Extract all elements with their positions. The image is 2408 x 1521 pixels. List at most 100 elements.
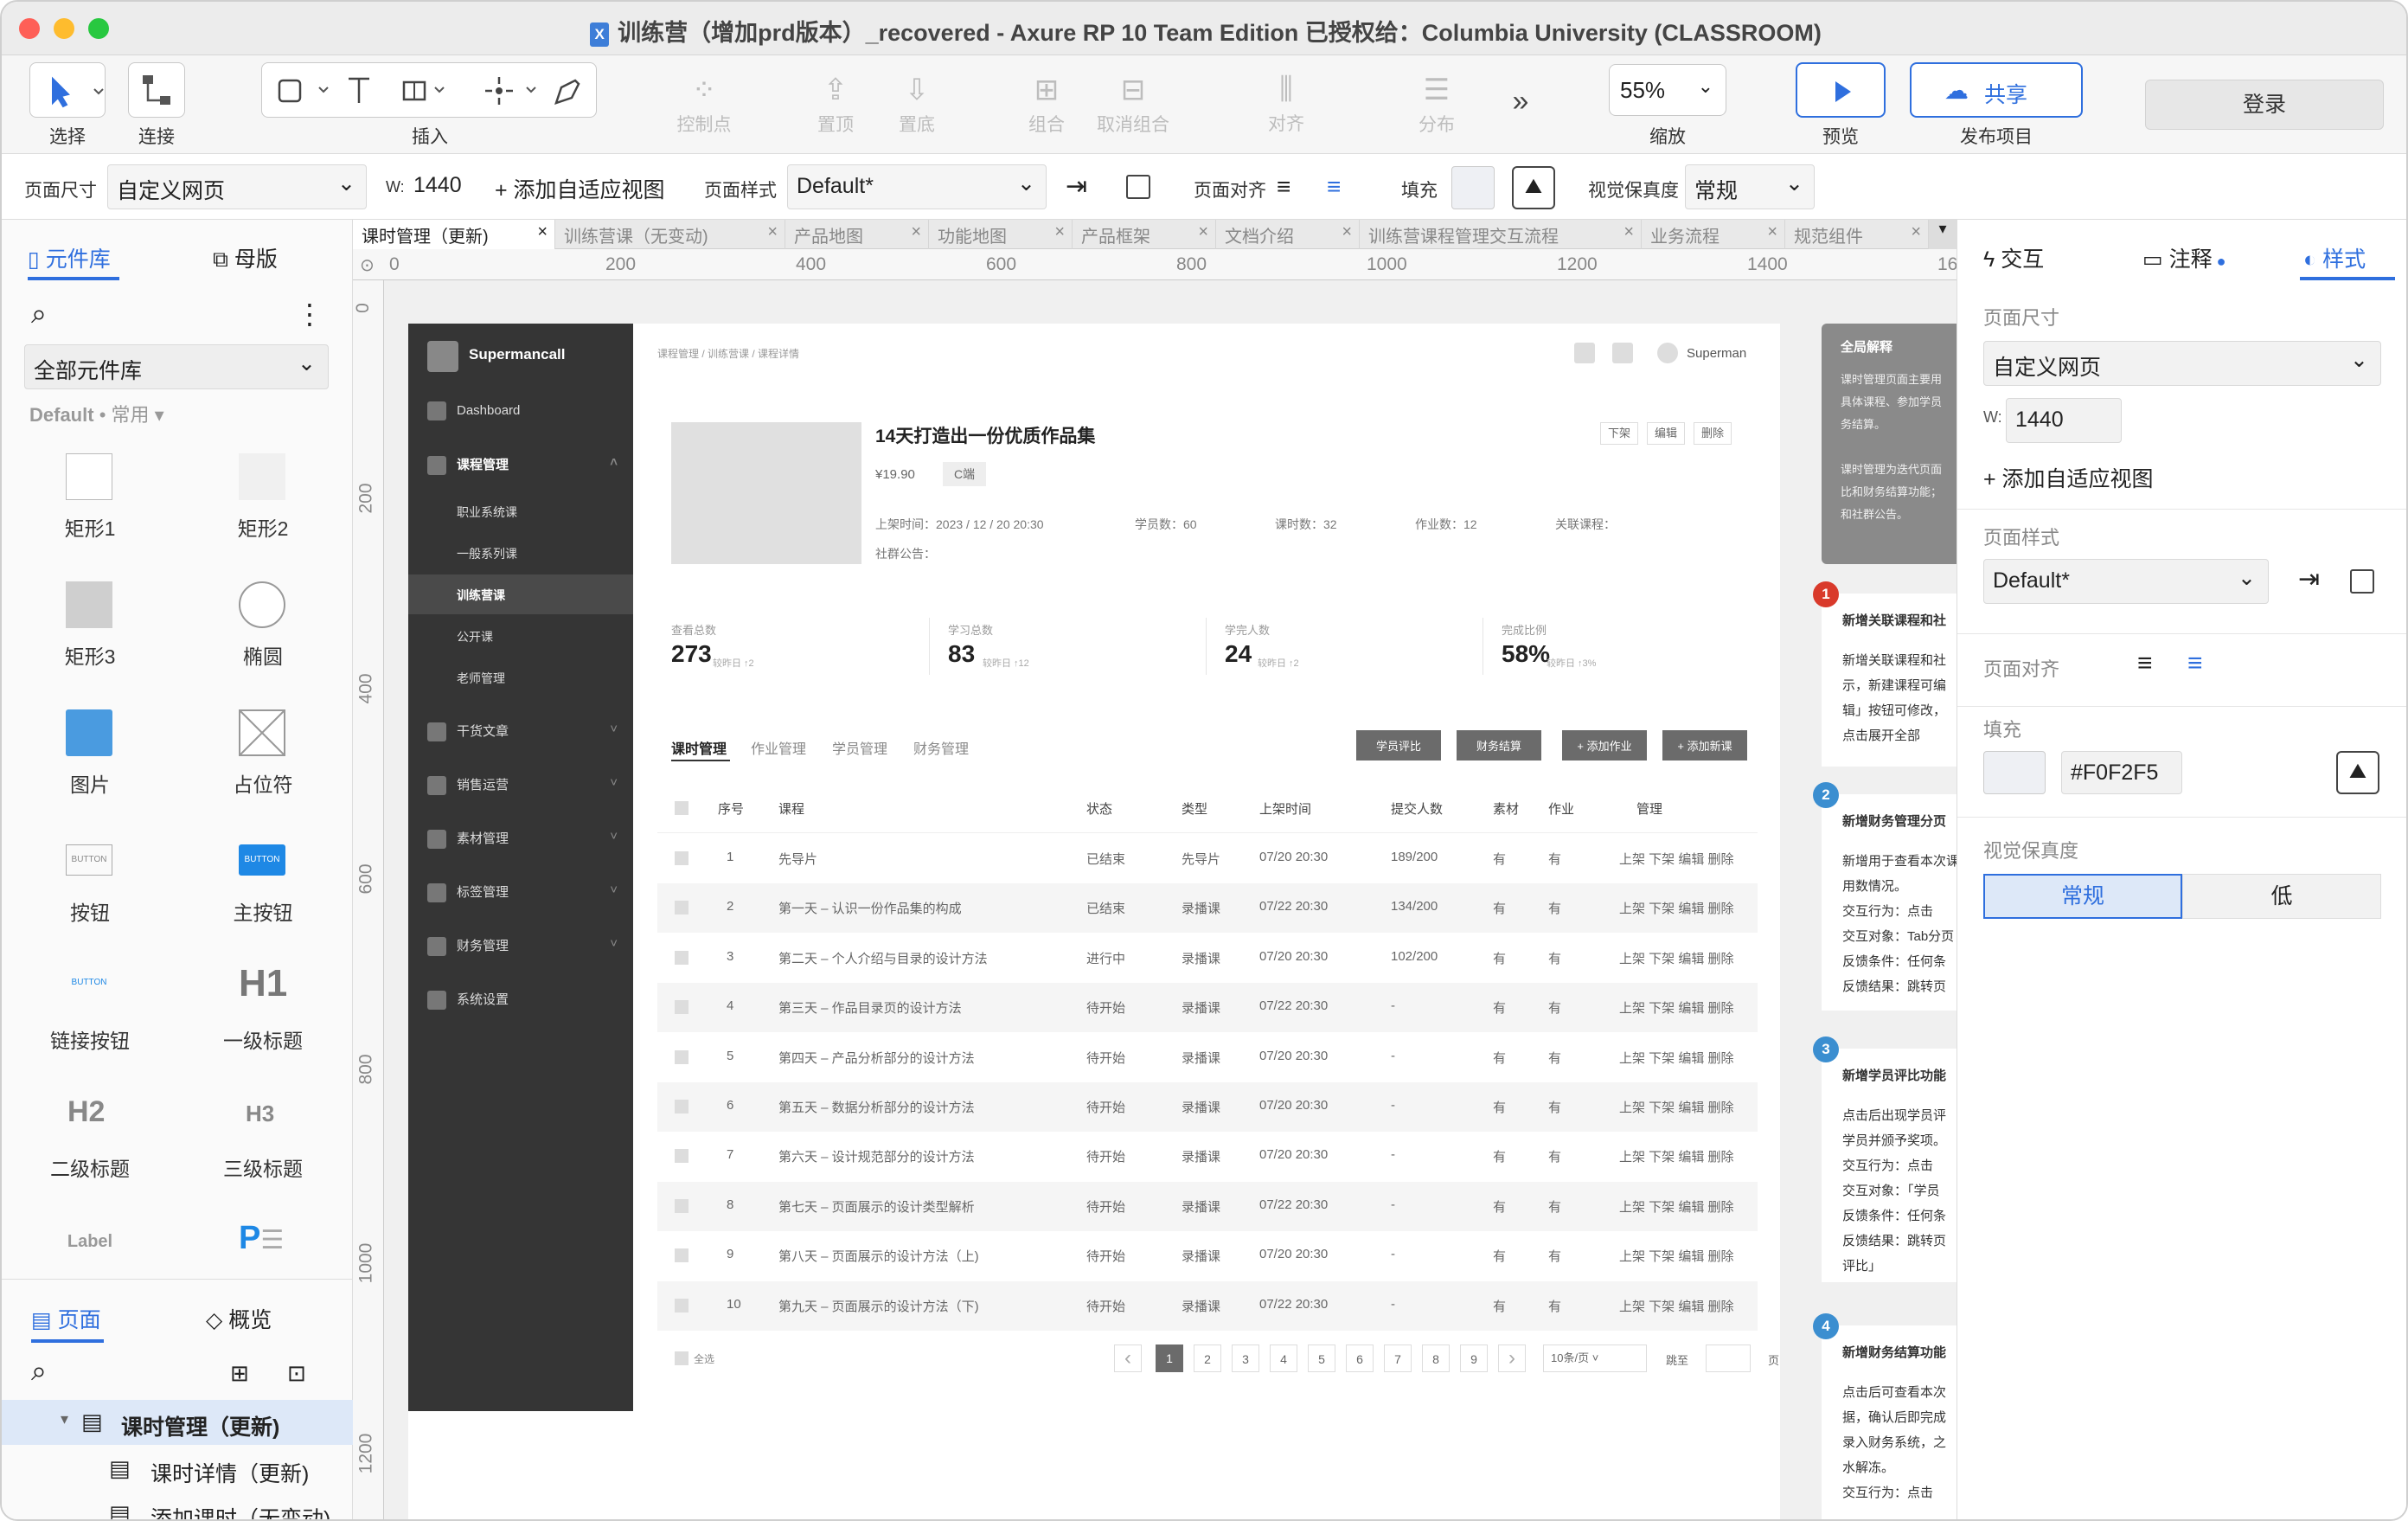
tab-notes[interactable]: ▭ 注释 ● bbox=[2142, 242, 2225, 273]
page-style-select[interactable]: Default* ⌄ bbox=[1983, 559, 2269, 604]
tab-pages[interactable]: ▤ 页面 bbox=[31, 1303, 101, 1334]
fill-color-swatch[interactable] bbox=[1451, 166, 1495, 209]
primary-button-widget-icon[interactable]: BUTTON bbox=[239, 844, 285, 876]
row-actions[interactable]: 上架 下架 编辑 删除 bbox=[1619, 1098, 1734, 1116]
page-number[interactable]: 8 bbox=[1422, 1345, 1450, 1372]
page-number[interactable]: 3 bbox=[1232, 1345, 1259, 1372]
search-icon[interactable]: ⌕ bbox=[31, 1355, 47, 1388]
add-homework-button[interactable]: + 添加作业 bbox=[1562, 730, 1647, 760]
row-checkbox[interactable] bbox=[675, 901, 688, 915]
align-button[interactable]: ⫼ 对齐 bbox=[1247, 73, 1325, 136]
row-checkbox[interactable] bbox=[675, 1000, 688, 1015]
menu-course-management[interactable]: 课程管理 ˄ bbox=[427, 455, 618, 476]
unpublish-button[interactable]: 下架 bbox=[1600, 422, 1638, 445]
page-tab[interactable]: 业务流程 × bbox=[1642, 220, 1785, 249]
more-tools-button[interactable]: » bbox=[1503, 85, 1538, 119]
submenu-item[interactable]: 职业系统课 bbox=[457, 504, 517, 521]
h3-widget-icon[interactable]: H3 bbox=[246, 1101, 298, 1127]
bring-front-button[interactable]: ⇪ 置顶 bbox=[801, 73, 870, 137]
login-button[interactable]: 登录 bbox=[2145, 80, 2384, 130]
row-actions[interactable]: 上架 下架 编辑 删除 bbox=[1619, 1297, 1734, 1315]
page-number[interactable]: 6 bbox=[1346, 1345, 1374, 1372]
page-tab[interactable]: 文档介绍 × bbox=[1216, 220, 1360, 249]
link-button-widget-icon[interactable]: BUTTON bbox=[66, 978, 112, 987]
row-checkbox[interactable] bbox=[675, 1149, 688, 1164]
prev-page-icon[interactable]: ‹ bbox=[1114, 1345, 1142, 1372]
add-page-icon[interactable]: ⊞ bbox=[230, 1360, 249, 1387]
close-icon[interactable]: × bbox=[767, 222, 778, 242]
add-adaptive-view-button[interactable]: + 添加自适应视图 bbox=[1983, 462, 2154, 493]
page-number-active[interactable]: 1 bbox=[1156, 1345, 1183, 1372]
annotation-card[interactable]: 新增学员评比功能 点击后出现学员评 学员并颁予奖项。 交互行为：点击 交互对象：「学员反… bbox=[1822, 1049, 1956, 1282]
page-item-selected[interactable]: ▾ ▤ 课时管理（更新) bbox=[2, 1400, 353, 1445]
tabs-overflow-icon[interactable]: ▾ bbox=[1929, 220, 1956, 249]
page-size-select[interactable]: 自定义网页 ⌄ bbox=[107, 164, 367, 209]
row-actions[interactable]: 上架 下架 编辑 删除 bbox=[1619, 1147, 1734, 1165]
next-page-icon[interactable]: › bbox=[1498, 1345, 1526, 1372]
add-folder-icon[interactable]: ⊡ bbox=[287, 1360, 306, 1387]
page-tab[interactable]: 训练营课（无变动) × bbox=[555, 220, 785, 249]
row-checkbox[interactable] bbox=[675, 1298, 688, 1312]
control-points-button[interactable]: ⁘ 控制点 bbox=[668, 73, 740, 137]
submenu-item-active[interactable]: 训练营课 bbox=[457, 587, 505, 604]
tab-style[interactable]: ◐ 样式 bbox=[2303, 242, 2366, 273]
tab-masters[interactable]: ⧉ 母版 bbox=[213, 242, 278, 273]
style-manage-icon[interactable] bbox=[2350, 569, 2374, 594]
row-checkbox[interactable] bbox=[675, 851, 688, 865]
annotation-number-badge[interactable]: 4 bbox=[1813, 1313, 1839, 1339]
menu-item[interactable]: 系统设置 bbox=[427, 990, 509, 1011]
page-tab[interactable]: 产品地图 × bbox=[785, 220, 929, 249]
align-center-icon[interactable]: ≡ bbox=[2187, 649, 2203, 678]
menu-item[interactable]: 干货文章 ˅ bbox=[427, 722, 618, 742]
message-icon[interactable] bbox=[1612, 343, 1633, 363]
page-size-select[interactable]: 自定义网页 ⌄ bbox=[1983, 341, 2381, 386]
row-actions[interactable]: 上架 下架 编辑 删除 bbox=[1619, 1049, 1734, 1067]
rectangle2-shape[interactable] bbox=[239, 453, 285, 500]
select-mode-button[interactable] bbox=[29, 62, 106, 118]
row-actions[interactable]: 上架 下架 编辑 删除 bbox=[1619, 1247, 1734, 1265]
library-select[interactable]: 全部元件库 ⌄ bbox=[24, 344, 329, 389]
finance-settle-button[interactable]: 财务结算 bbox=[1457, 730, 1541, 760]
fill-image-icon[interactable]: ⛰ bbox=[2336, 751, 2379, 794]
align-left-icon[interactable]: ≡ bbox=[2137, 649, 2153, 678]
row-checkbox[interactable] bbox=[675, 1100, 688, 1113]
close-icon[interactable]: × bbox=[1054, 222, 1065, 242]
notification-icon[interactable] bbox=[1574, 343, 1595, 363]
annotation-number-badge[interactable]: 1 bbox=[1813, 581, 1839, 607]
annotation-number-badge[interactable]: 3 bbox=[1813, 1036, 1839, 1062]
ellipse-shape[interactable] bbox=[239, 581, 285, 628]
page-tab[interactable]: 功能地图 × bbox=[929, 220, 1073, 249]
style-apply-icon[interactable]: ⇥ bbox=[2298, 564, 2320, 594]
more-options-icon[interactable]: ⋮ bbox=[296, 298, 323, 331]
submenu-item[interactable]: 公开课 bbox=[457, 628, 493, 645]
page-style-select[interactable]: Default* ⌄ bbox=[787, 164, 1047, 209]
row-actions[interactable]: 上架 下架 编辑 删除 bbox=[1619, 850, 1734, 868]
library-section-header[interactable]: Default • 常用 ▾ bbox=[29, 400, 164, 427]
align-left-icon[interactable]: ≡ bbox=[1277, 173, 1290, 201]
close-icon[interactable]: × bbox=[1623, 222, 1634, 242]
annotation-card[interactable]: 新增财务管理分页新增用于查看本次课程用数情况。交互行为：点击交互对象：Tab分页… bbox=[1822, 794, 1956, 1011]
menu-item[interactable]: 素材管理 ˅ bbox=[427, 829, 618, 850]
page-number[interactable]: 2 bbox=[1194, 1345, 1221, 1372]
paragraph-widget-icon[interactable]: P☰ bbox=[239, 1220, 284, 1257]
placeholder-icon[interactable] bbox=[239, 709, 285, 756]
row-actions[interactable]: 上架 下架 编辑 删除 bbox=[1619, 998, 1734, 1017]
page-size-select[interactable]: 10条/页 ˅ bbox=[1543, 1345, 1647, 1372]
button-widget-icon[interactable]: BUTTON bbox=[66, 844, 112, 876]
close-icon[interactable]: × bbox=[1342, 222, 1352, 242]
submenu-item[interactable]: 老师管理 bbox=[457, 670, 505, 687]
tab-outline[interactable]: ◇ 概览 bbox=[206, 1303, 272, 1334]
rectangle1-shape[interactable] bbox=[66, 453, 112, 500]
image-icon[interactable] bbox=[66, 709, 112, 756]
delete-button[interactable]: 删除 bbox=[1694, 422, 1732, 445]
row-actions[interactable]: 上架 下架 编辑 删除 bbox=[1619, 899, 1734, 917]
fill-image-icon[interactable]: ⛰ bbox=[1512, 166, 1555, 209]
tab-interactions[interactable]: ϟ 交互 bbox=[1983, 242, 2044, 273]
fidelity-select[interactable]: 常规 ⌄ bbox=[1685, 164, 1815, 209]
tab-library[interactable]: ▯ 元件库 bbox=[28, 242, 111, 273]
fidelity-normal-option[interactable]: 常规 bbox=[1983, 874, 2182, 919]
row-checkbox[interactable] bbox=[675, 1248, 688, 1263]
h2-widget-icon[interactable]: H2 bbox=[67, 1095, 119, 1129]
menu-item[interactable]: 财务管理 ˅ bbox=[427, 936, 618, 957]
subtab[interactable]: 财务管理 bbox=[913, 737, 969, 758]
